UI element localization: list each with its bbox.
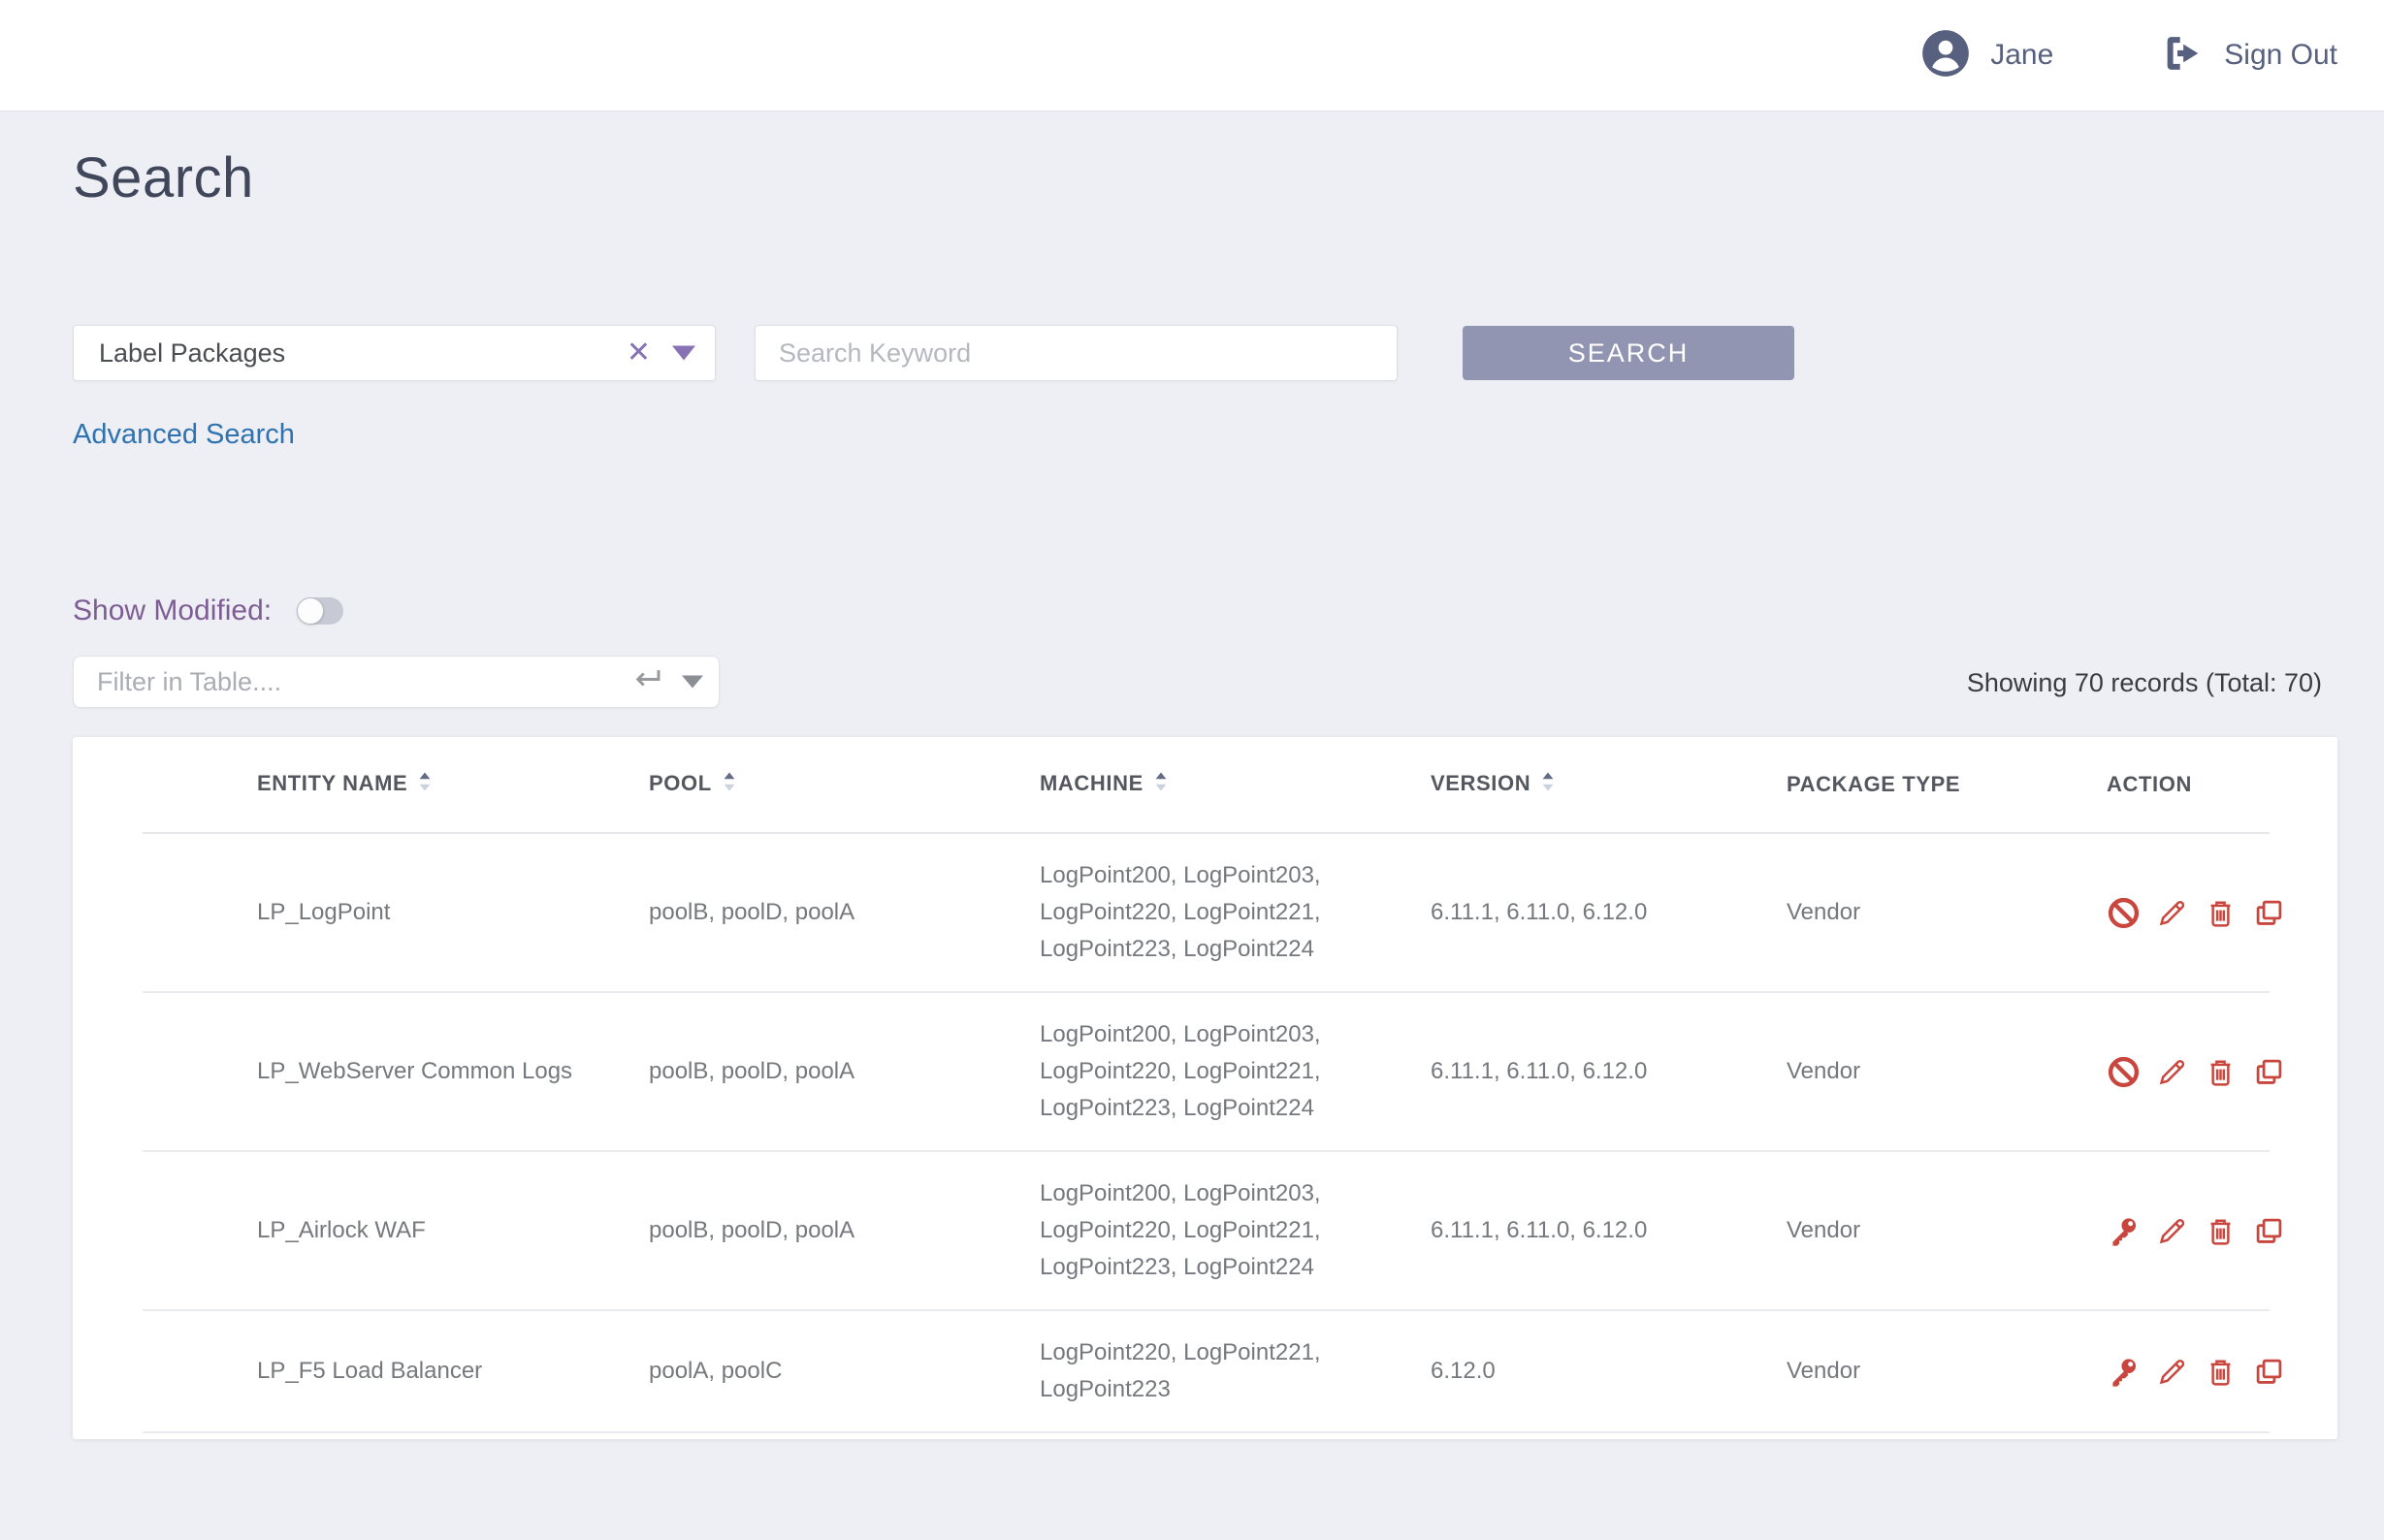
- version-cell: 6.11.1, 6.11.0, 6.12.0: [1431, 992, 1787, 1151]
- clear-selection-icon[interactable]: ✕: [627, 338, 651, 368]
- sign-out-label: Sign Out: [2224, 39, 2337, 72]
- column-header-machine[interactable]: MACHINE: [1040, 737, 1431, 833]
- table-row: LP_LogPointpoolB, poolD, poolALogPoint20…: [143, 833, 2270, 992]
- user-avatar-icon: [1920, 28, 1971, 83]
- chevron-down-icon[interactable]: [672, 346, 695, 361]
- key-action-icon[interactable]: [2107, 1214, 2141, 1248]
- pool-cell: poolB, poolD, poolA: [649, 992, 1040, 1151]
- edit-action-icon[interactable]: [2155, 1055, 2189, 1089]
- column-header-pool[interactable]: POOL: [649, 737, 1040, 833]
- search-controls: Label Packages ✕ SEARCH: [73, 325, 2337, 381]
- package-type-cell: Vendor: [1787, 992, 2107, 1151]
- table-filter: [73, 656, 720, 708]
- show-modified-toggle[interactable]: [297, 597, 343, 625]
- action-cell: [2107, 992, 2270, 1151]
- table-row: LP_F5 Load BalancerpoolA, poolCLogPoint2…: [143, 1310, 2270, 1432]
- delete-action-icon[interactable]: [2204, 1055, 2238, 1089]
- enter-key-icon: [631, 667, 662, 697]
- show-modified-row: Show Modified:: [73, 594, 2337, 627]
- table-row: LP_WebServer Common LogspoolB, poolD, po…: [143, 992, 2270, 1151]
- ban-action-icon[interactable]: [2107, 896, 2141, 930]
- show-modified-label: Show Modified:: [73, 594, 272, 627]
- action-cell: [2107, 1310, 2270, 1432]
- entity-name-cell: LP_F5 Load Balancer: [143, 1310, 649, 1432]
- delete-action-icon[interactable]: [2204, 896, 2238, 930]
- column-header-version[interactable]: VERSION: [1431, 737, 1787, 833]
- sign-out-icon: [2160, 31, 2205, 80]
- machine-cell: LogPoint220, LogPoint221, LogPoint223: [1040, 1310, 1431, 1432]
- sort-icon[interactable]: [417, 771, 433, 798]
- sort-icon[interactable]: [722, 771, 737, 798]
- results-card: ENTITY NAMEPOOLMACHINEVERSIONPACKAGE TYP…: [73, 737, 2337, 1439]
- advanced-search-link[interactable]: Advanced Search: [73, 419, 295, 451]
- entity-name-cell: LP_LogPoint: [143, 833, 649, 992]
- entity-name-cell: LP_Airlock WAF: [143, 1151, 649, 1310]
- delete-action-icon[interactable]: [2204, 1214, 2238, 1248]
- key-action-icon[interactable]: [2107, 1355, 2141, 1389]
- user-menu[interactable]: Jane: [1920, 28, 2053, 83]
- category-select[interactable]: Label Packages ✕: [73, 325, 716, 381]
- version-cell: 6.12.0: [1431, 1310, 1787, 1432]
- version-cell: 6.11.1, 6.11.0, 6.12.0: [1431, 1151, 1787, 1310]
- machine-cell: LogPoint200, LogPoint203, LogPoint220, L…: [1040, 992, 1431, 1151]
- toggle-knob: [297, 597, 324, 625]
- version-cell: 6.11.1, 6.11.0, 6.12.0: [1431, 833, 1787, 992]
- search-button[interactable]: SEARCH: [1463, 326, 1794, 380]
- pool-cell: poolB, poolD, poolA: [649, 1151, 1040, 1310]
- copy-action-icon[interactable]: [2252, 1055, 2286, 1089]
- column-header-package-type: PACKAGE TYPE: [1787, 737, 2107, 833]
- pool-cell: poolA, poolC: [649, 1310, 1040, 1432]
- results-table: ENTITY NAMEPOOLMACHINEVERSIONPACKAGE TYP…: [143, 737, 2270, 1433]
- column-header-entity-name[interactable]: ENTITY NAME: [143, 737, 649, 833]
- category-select-value: Label Packages: [99, 338, 285, 369]
- user-name: Jane: [1990, 39, 2053, 72]
- main-content: Search Label Packages ✕ SEARCH Advanced …: [0, 145, 2384, 1439]
- copy-action-icon[interactable]: [2252, 1355, 2286, 1389]
- sort-icon[interactable]: [1153, 771, 1169, 798]
- machine-cell: LogPoint200, LogPoint203, LogPoint220, L…: [1040, 833, 1431, 992]
- filter-chevron-down-icon[interactable]: [682, 676, 703, 689]
- action-cell: [2107, 833, 2270, 992]
- page-title: Search: [73, 145, 2337, 210]
- edit-action-icon[interactable]: [2155, 1355, 2189, 1389]
- filter-row: Showing 70 records (Total: 70): [73, 656, 2337, 708]
- pool-cell: poolB, poolD, poolA: [649, 833, 1040, 992]
- sort-icon[interactable]: [1540, 771, 1556, 798]
- package-type-cell: Vendor: [1787, 833, 2107, 992]
- table-row: LP_Airlock WAFpoolB, poolD, poolALogPoin…: [143, 1151, 2270, 1310]
- package-type-cell: Vendor: [1787, 1151, 2107, 1310]
- machine-cell: LogPoint200, LogPoint203, LogPoint220, L…: [1040, 1151, 1431, 1310]
- action-cell: [2107, 1151, 2270, 1310]
- copy-action-icon[interactable]: [2252, 896, 2286, 930]
- ban-action-icon[interactable]: [2107, 1055, 2141, 1089]
- top-bar: Jane Sign Out: [0, 0, 2384, 112]
- filter-input[interactable]: [74, 667, 578, 697]
- package-type-cell: Vendor: [1787, 1310, 2107, 1432]
- edit-action-icon[interactable]: [2155, 896, 2189, 930]
- records-summary: Showing 70 records (Total: 70): [1967, 668, 2322, 698]
- keyword-input[interactable]: [755, 325, 1398, 381]
- edit-action-icon[interactable]: [2155, 1214, 2189, 1248]
- column-header-action: ACTION: [2107, 737, 2270, 833]
- delete-action-icon[interactable]: [2204, 1355, 2238, 1389]
- copy-action-icon[interactable]: [2252, 1214, 2286, 1248]
- sign-out-button[interactable]: Sign Out: [2160, 31, 2337, 80]
- entity-name-cell: LP_WebServer Common Logs: [143, 992, 649, 1151]
- table-header-row: ENTITY NAMEPOOLMACHINEVERSIONPACKAGE TYP…: [143, 737, 2270, 833]
